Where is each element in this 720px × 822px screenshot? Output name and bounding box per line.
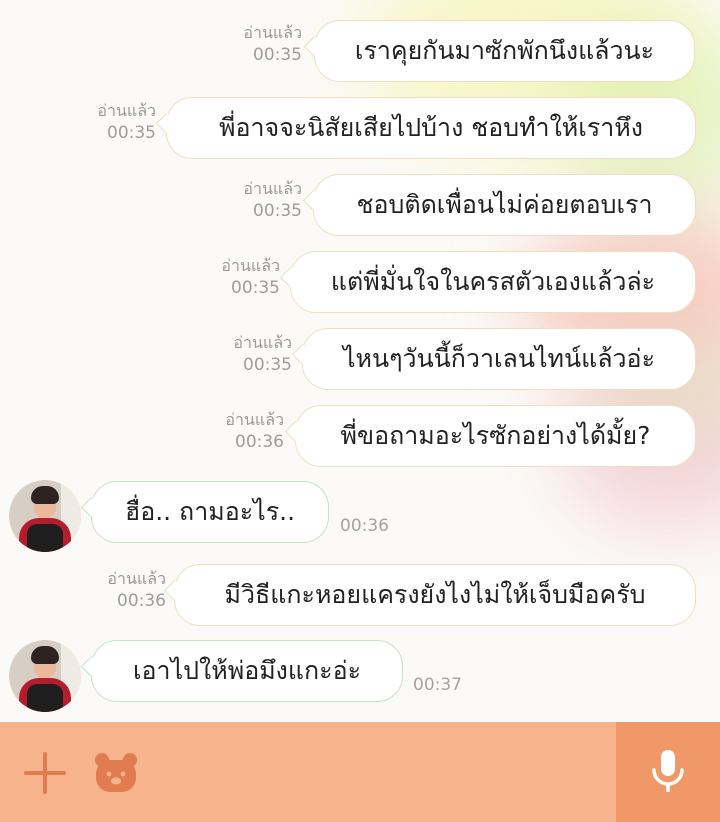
message-time: 00:35: [231, 278, 280, 298]
read-receipt: อ่านแล้ว: [225, 410, 284, 429]
message-bubble[interactable]: เราคุยกันมาซักพักนึงแล้วนะ: [314, 20, 695, 82]
contact-avatar[interactable]: [9, 640, 81, 712]
message-meta: อ่านแล้ว 00:36: [190, 409, 284, 453]
message-bubble[interactable]: แต่พี่มั่นใจในครสตัวเองแล้วล่ะ: [290, 251, 696, 313]
microphone-icon: [652, 750, 684, 792]
message-time: 00:35: [107, 123, 156, 143]
contact-avatar[interactable]: [9, 480, 81, 552]
plus-icon[interactable]: [24, 752, 66, 794]
message-bubble[interactable]: ฮื่อ.. ถามอะไร..: [91, 481, 329, 543]
message-meta: อ่านแล้ว 00:35: [210, 22, 302, 66]
read-receipt: อ่านแล้ว: [97, 101, 156, 120]
message-meta: อ่านแล้ว 00:36: [72, 568, 166, 612]
message-meta: อ่านแล้ว 00:35: [186, 255, 280, 299]
message-bubble[interactable]: พี่อาจจะนิสัยเสียไปบ้าง ชอบทำให้เราหึง: [166, 97, 696, 159]
message-meta: อ่านแล้ว 00:35: [198, 332, 292, 376]
message-time: 00:36: [340, 516, 389, 536]
read-receipt: อ่านแล้ว: [107, 569, 166, 588]
microphone-button[interactable]: [616, 722, 720, 822]
message-time: 00:36: [235, 432, 284, 452]
message-time: 00:36: [117, 591, 166, 611]
bear-sticker-icon[interactable]: [92, 748, 140, 796]
message-time: 00:35: [253, 201, 302, 221]
message-bubble[interactable]: พี่ขอถามอะไรซักอย่างได้มั้ย?: [295, 405, 696, 467]
message-bubble[interactable]: มีวิธีแกะหอยแครงยังไงไม่ให้เจ็บมือครับ: [174, 564, 696, 626]
message-bubble[interactable]: เอาไปให้พ่อมึงแกะอ่ะ: [91, 640, 403, 702]
message-time: 00:35: [243, 355, 292, 375]
message-meta: อ่านแล้ว 00:35: [62, 100, 156, 144]
message-time: 00:35: [253, 45, 302, 65]
read-receipt: อ่านแล้ว: [233, 333, 292, 352]
message-meta: อ่านแล้ว 00:35: [208, 178, 302, 222]
read-receipt: อ่านแล้ว: [243, 23, 302, 42]
message-bubble[interactable]: ไหนๆวันนี้ก็วาเลนไทน์แล้วอ่ะ: [302, 328, 696, 390]
message-time: 00:37: [413, 675, 462, 695]
input-bar: [0, 722, 720, 822]
read-receipt: อ่านแล้ว: [243, 179, 302, 198]
message-bubble[interactable]: ชอบติดเพื่อนไม่ค่อยตอบเรา: [313, 174, 696, 236]
read-receipt: อ่านแล้ว: [221, 256, 280, 275]
